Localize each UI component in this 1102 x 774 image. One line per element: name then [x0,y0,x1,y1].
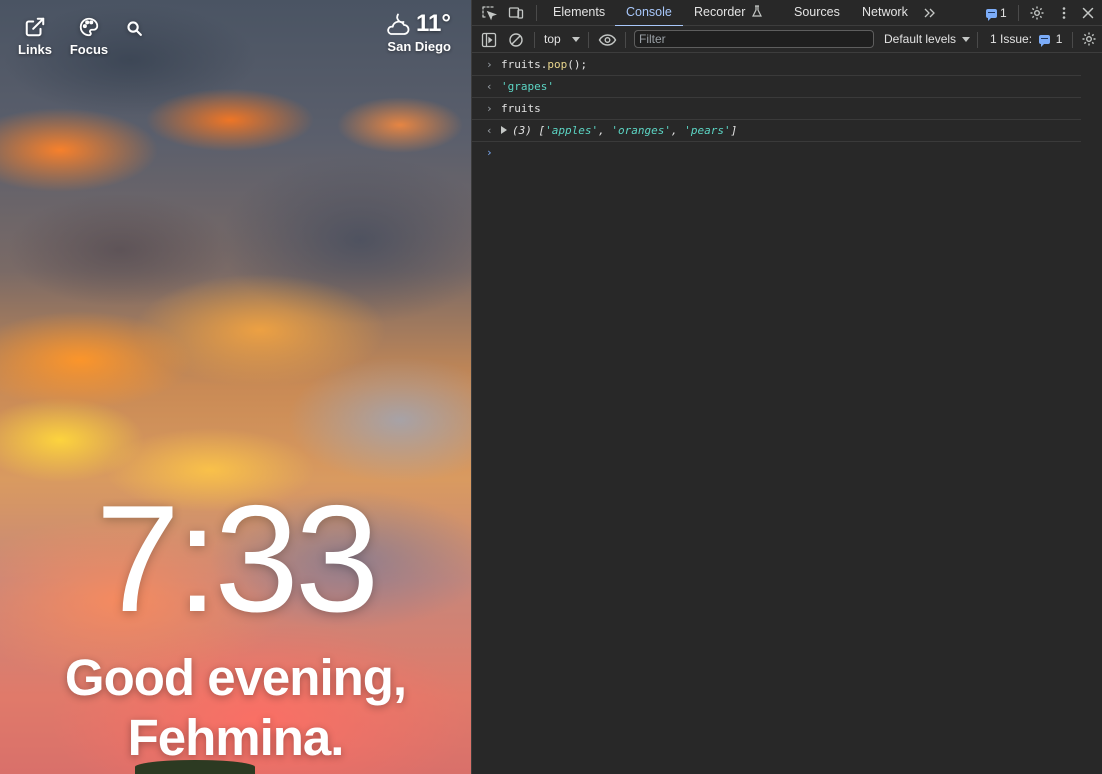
external-link-icon [25,17,45,37]
context-selector[interactable]: top [544,26,581,53]
context-value: top [544,32,561,46]
message-icon [1039,35,1051,48]
tab-console[interactable]: Console [615,0,683,27]
tab-network[interactable]: Network [862,0,908,26]
devtools-panel: Elements Console Recorder Sources Networ… [471,0,1102,774]
divider [977,32,978,48]
clock-time: 7:33 [95,474,380,644]
inspect-element-icon[interactable] [481,5,497,21]
dropdown-arrow-icon [962,37,971,42]
tab-elements[interactable]: Elements [553,0,605,26]
filter-input[interactable] [634,30,874,48]
result-arrow-icon: ‹ [486,80,493,93]
flask-icon [751,5,762,17]
greeting: Good evening, Fehmina. [0,648,471,768]
search-button[interactable] [126,20,143,37]
input-chevron-icon: › [486,102,493,115]
issues-label: 1 Issue: [990,32,1033,46]
issues-count: 1 [1055,32,1063,46]
expand-triangle-icon[interactable] [501,126,507,134]
links-button[interactable]: Links [16,16,54,57]
focus-label: Focus [69,42,109,57]
weather-city: San Diego [387,39,451,54]
greeting-name: Fehmina. [127,709,345,766]
divider [1072,32,1073,48]
input-chevron-icon: › [486,58,493,71]
console-input-line: › fruits.pop(); [472,54,1081,76]
console-output[interactable]: › fruits.pop(); ‹ 'grapes' › fruits ‹ (3… [472,54,1102,774]
tab-recorder[interactable]: Recorder [694,0,763,26]
console-input-line: › fruits [472,98,1081,120]
console-result-line[interactable]: ‹ (3) ['apples', 'oranges', 'pears'] [472,120,1081,142]
temperature: 11° [416,10,451,37]
devtools-tabbar: Elements Console Recorder Sources Networ… [472,0,1102,27]
search-icon [127,21,142,36]
message-count: 1 [1000,6,1007,20]
divider [536,5,537,21]
divider [625,32,626,48]
issues-button[interactable]: 1 Issue: 1 [990,26,1062,53]
log-levels-dropdown[interactable]: Default levels [884,26,971,53]
log-levels-value: Default levels [884,32,957,46]
dropdown-arrow-icon [572,37,581,42]
tab-sources[interactable]: Sources [794,0,840,26]
console-result-line: ‹ 'grapes' [472,76,1081,98]
messages-badge[interactable]: 1 [986,0,1007,26]
cloudy-night-icon [387,13,410,35]
clear-console-icon[interactable] [508,32,524,48]
tab-recorder-label: Recorder [694,5,746,19]
focus-button[interactable]: Focus [68,16,110,57]
links-label: Links [18,42,52,57]
device-toolbar-icon[interactable] [508,5,524,21]
divider [534,32,535,48]
message-icon [986,8,997,21]
sidebar-toggle-icon[interactable] [481,32,497,48]
greeting-line1: Good evening, [64,649,407,706]
divider [588,32,589,48]
console-settings-gear-icon[interactable] [1081,31,1097,47]
treeline-silhouette [135,760,255,774]
divider [1018,5,1019,21]
weather-widget[interactable]: 11° San Diego [384,10,451,54]
close-icon[interactable] [1080,5,1096,21]
live-expression-eye-icon[interactable] [598,32,617,48]
more-tabs-icon[interactable] [922,5,938,21]
console-toolbar: top Default levels 1 Issue: 1 [472,26,1102,53]
newtab-dashboard: Links Focus 11° San Diego 7:33 Good even… [0,0,471,774]
settings-gear-icon[interactable] [1029,5,1045,21]
result-arrow-icon: ‹ [486,124,493,137]
more-options-icon[interactable] [1056,5,1072,21]
palette-icon [79,17,99,37]
console-prompt[interactable]: › [472,142,1102,163]
prompt-chevron-icon: › [486,146,493,159]
